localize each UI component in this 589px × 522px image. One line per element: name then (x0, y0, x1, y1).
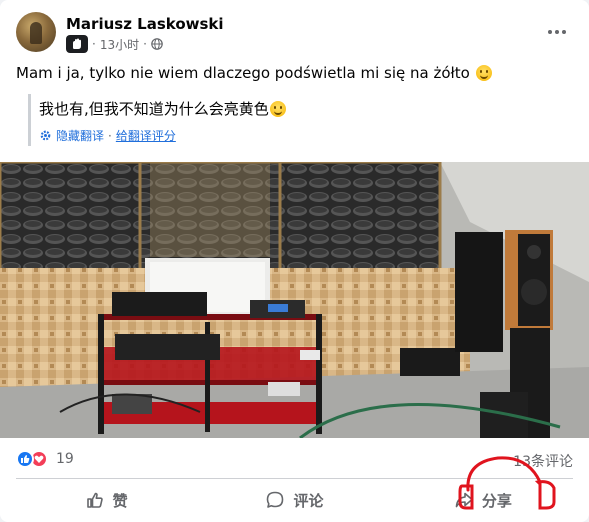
translation-text-row: 我也有,但我不知道为什么会亮黄色 (39, 98, 568, 119)
thumbs-up-icon (86, 492, 103, 508)
post-card: Mariusz Laskowski · 13小时 · Mam i ja, tyl… (0, 0, 589, 522)
share-button[interactable]: 分享 (389, 482, 577, 518)
share-label: 分享 (481, 491, 512, 510)
translation-links: 隐藏翻译 · 给翻译评分 (39, 127, 568, 144)
post-body: Mam i ja, tylko nie wiem dlaczego podświ… (16, 64, 492, 82)
dot (548, 30, 552, 34)
meta-dot: · (92, 37, 96, 51)
reaction-count[interactable]: 19 (56, 451, 74, 467)
translation-block: 我也有,但我不知道为什么会亮黄色 隐藏翻译 · 给翻译评分 (28, 94, 568, 146)
separator: · (108, 128, 112, 143)
comments-count[interactable]: 13条评论 (513, 451, 573, 471)
share-arrow-icon (455, 492, 473, 508)
like-icon (16, 450, 34, 468)
comment-bubble-icon (267, 491, 284, 508)
more-options-button[interactable] (545, 20, 569, 44)
dot (562, 30, 566, 34)
divider (16, 478, 573, 479)
like-label: 赞 (112, 491, 128, 510)
group-badge-icon (66, 35, 88, 53)
post-text: Mam i ja, tylko nie wiem dlaczego podświ… (16, 64, 470, 82)
meta-dot: · (143, 37, 147, 51)
globe-icon[interactable] (151, 38, 163, 50)
translation-text: 我也有,但我不知道为什么会亮黄色 (39, 100, 269, 118)
comment-label: 评论 (293, 491, 324, 510)
reactions-summary[interactable]: 19 (16, 449, 74, 469)
post-time[interactable]: 13小时 (100, 36, 139, 53)
audio-room-photo (0, 162, 589, 438)
smile-emoji-icon (475, 65, 492, 81)
dot (555, 30, 559, 34)
action-bar: 赞 评论 分享 (12, 482, 577, 518)
post-meta: · 13小时 · (66, 35, 163, 53)
gear-icon (40, 130, 51, 141)
comment-button[interactable]: 评论 (200, 482, 388, 518)
post-photo[interactable] (0, 162, 589, 438)
rate-translation-link[interactable]: 给翻译评分 (116, 127, 176, 144)
author-name[interactable]: Mariusz Laskowski (66, 15, 224, 33)
hide-translation-link[interactable]: 隐藏翻译 (56, 127, 104, 144)
like-button[interactable]: 赞 (12, 482, 200, 518)
author-avatar[interactable] (16, 12, 56, 52)
smile-emoji-icon (269, 101, 286, 117)
